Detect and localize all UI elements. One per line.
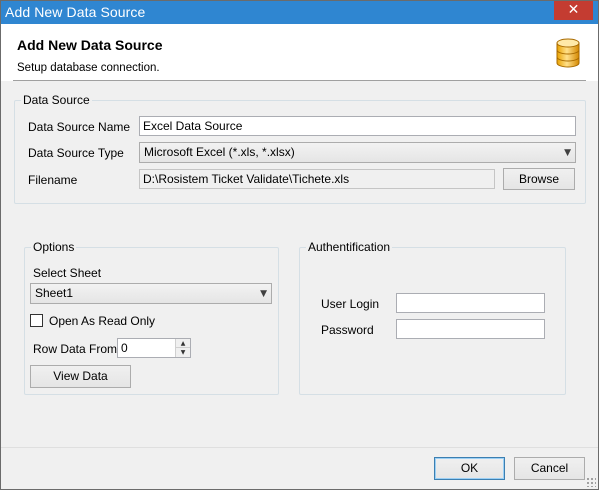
dialog-window: Add New Data Source ✕ Add New Data Sourc… (0, 0, 599, 490)
data-source-type-select[interactable]: Microsoft Excel (*.xls, *.xlsx) ▼ (139, 142, 576, 163)
options-legend: Options (33, 240, 75, 254)
close-icon: ✕ (567, 2, 580, 18)
chevron-down-icon: ▼ (260, 289, 267, 299)
read-only-label[interactable]: Open As Read Only (49, 314, 155, 328)
filename-input[interactable]: D:\Rosistem Ticket Validate\Tichete.xls (139, 169, 495, 189)
row-data-from-value[interactable]: 0 (121, 341, 128, 355)
cancel-button[interactable]: Cancel (514, 457, 585, 480)
ok-button[interactable]: OK (434, 457, 505, 480)
sheet-select[interactable]: Sheet1 ▼ (30, 283, 272, 304)
sheet-select-value: Sheet1 (35, 286, 74, 300)
header-subtitle: Setup database connection. (17, 62, 160, 74)
select-sheet-label: Select Sheet (33, 266, 102, 280)
footer-divider (1, 447, 598, 448)
data-source-type-label: Data Source Type (28, 146, 124, 160)
chevron-down-icon: ▼ (564, 148, 571, 158)
spin-up-icon[interactable]: ▲ (175, 339, 190, 348)
view-data-button[interactable]: View Data (30, 365, 131, 388)
dialog-header: Add New Data Source Setup database conne… (1, 24, 598, 81)
authentification-group: Authentification (299, 241, 566, 395)
password-input[interactable] (396, 319, 545, 339)
data-source-name-label: Data Source Name (28, 120, 131, 134)
authentification-legend: Authentification (308, 240, 391, 254)
row-data-from-stepper[interactable]: 0 ▲ ▼ (117, 338, 191, 358)
resize-grip[interactable] (586, 477, 596, 487)
user-login-label: User Login (321, 297, 380, 311)
user-login-input[interactable] (396, 293, 545, 313)
filename-label: Filename (28, 173, 78, 187)
data-source-legend: Data Source (23, 93, 90, 107)
password-label: Password (321, 323, 374, 337)
row-data-from-label: Row Data From (33, 342, 118, 356)
data-source-name-input[interactable]: Excel Data Source (139, 116, 576, 136)
title-bar[interactable]: Add New Data Source ✕ (1, 1, 598, 24)
spin-down-icon[interactable]: ▼ (175, 348, 190, 357)
database-icon (556, 38, 580, 68)
header-title: Add New Data Source (17, 37, 163, 53)
read-only-checkbox[interactable] (30, 314, 43, 327)
data-source-type-value: Microsoft Excel (*.xls, *.xlsx) (144, 145, 295, 159)
browse-button[interactable]: Browse (503, 168, 575, 190)
header-divider (13, 80, 586, 81)
window-title: Add New Data Source (5, 4, 146, 20)
close-button[interactable]: ✕ (554, 1, 593, 20)
